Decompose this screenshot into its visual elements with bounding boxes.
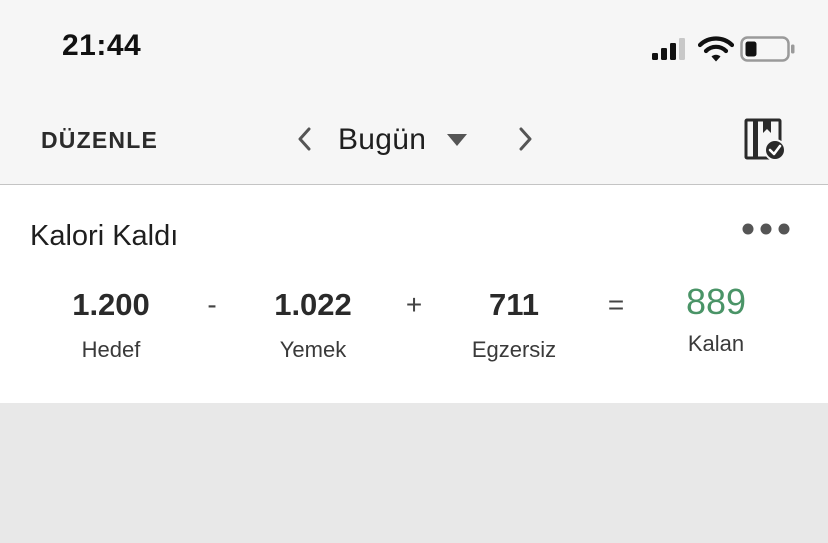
goal-value: 1.200 [72,287,150,322]
battery-low-icon [740,36,795,62]
navigation-bar: DÜZENLE Bugün [0,96,828,185]
food-value: 1.022 [274,287,352,322]
caret-down-icon [447,134,468,146]
goal-column: 1.200 Hedef [21,285,201,363]
date-label: Bugün [338,123,427,156]
date-selector[interactable]: Bugün [338,120,468,160]
goal-label: Hedef [81,337,141,362]
empty-content-area [0,403,828,543]
edit-button[interactable]: DÜZENLE [41,127,158,154]
cellular-signal-icon [652,38,685,60]
food-label: Yemek [279,337,347,362]
wifi-icon [698,36,734,62]
status-time: 21:44 [62,29,142,62]
diary-complete-icon[interactable] [744,118,788,162]
calories-remaining-card: Kalori Kaldı 1.200 Hedef - 1.022 Yemek +… [0,185,828,403]
food-column: 1.022 Yemek [223,285,403,363]
exercise-column: 711 Egzersiz [424,285,604,363]
card-title: Kalori Kaldı [30,220,179,252]
ellipsis-icon[interactable] [738,215,794,243]
exercise-label: Egzersiz [471,337,557,362]
remaining-column: 889 Kalan [626,281,806,357]
chevron-left-icon[interactable] [290,124,320,154]
status-bar: 21:44 [0,0,828,96]
remaining-label: Kalan [687,331,745,356]
exercise-value: 711 [488,287,539,322]
chevron-right-icon[interactable] [510,124,540,154]
remaining-value: 889 [685,281,747,322]
